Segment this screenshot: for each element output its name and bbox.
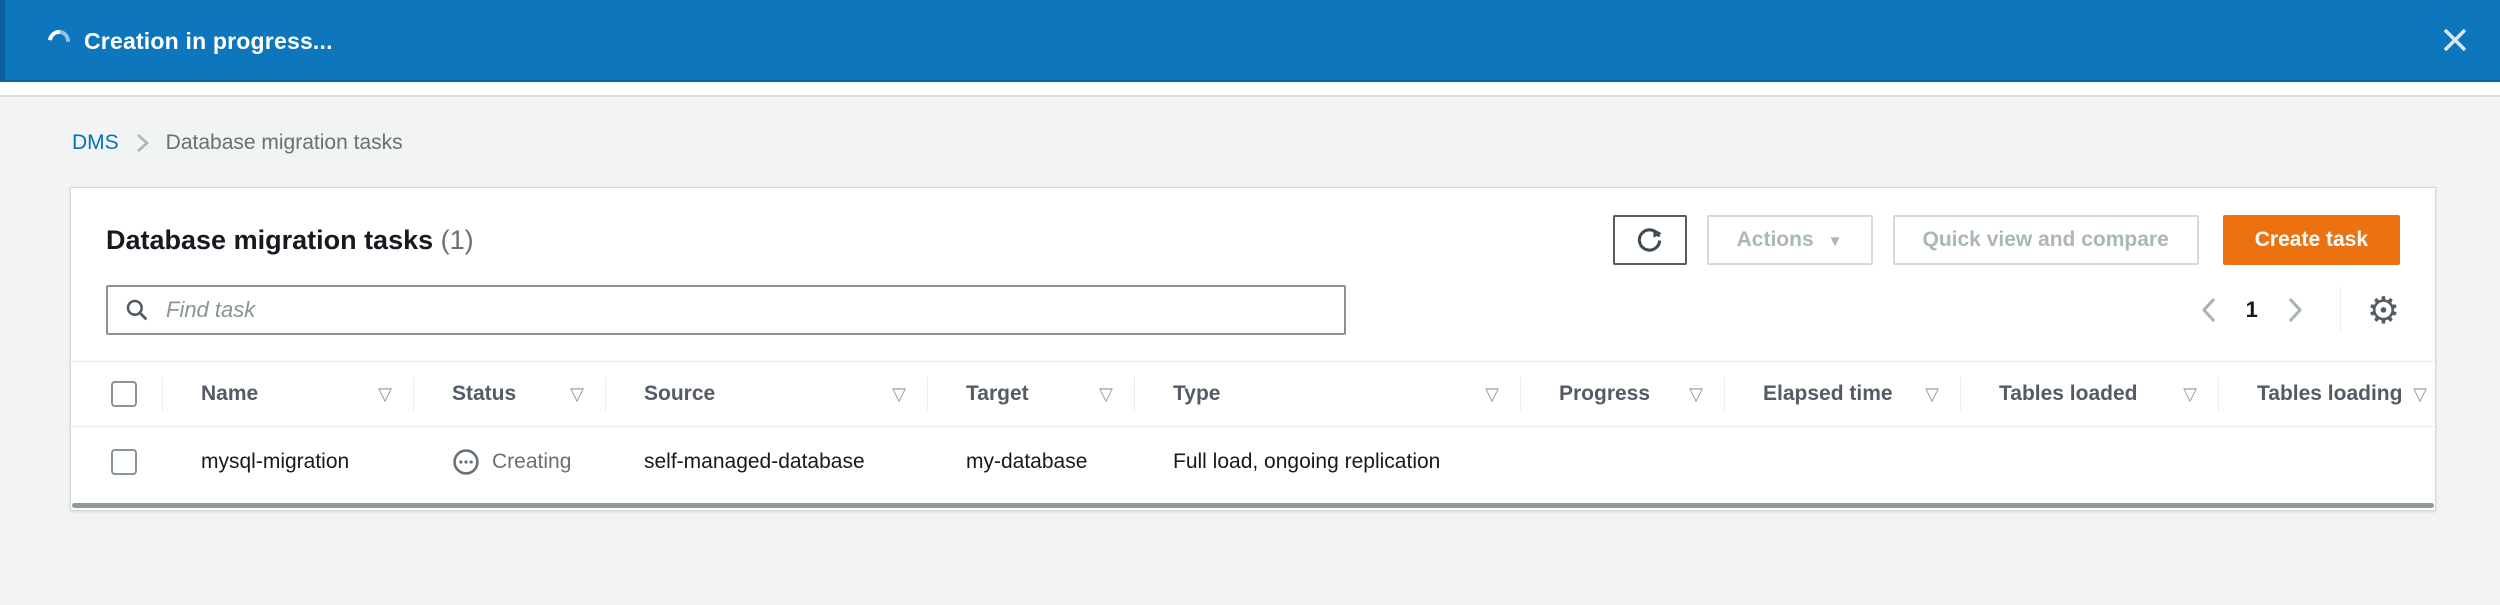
column-header-progress[interactable]: Progress [1559, 382, 1650, 406]
cell-tables-loading [2219, 427, 2435, 498]
sort-icon[interactable]: ▽ [378, 384, 392, 405]
previous-page-button[interactable] [2194, 294, 2224, 326]
search-input[interactable] [164, 289, 1328, 331]
column-header-tables-loading[interactable]: Tables loading [2257, 382, 2402, 406]
tasks-panel: Database migration tasks (1) Actions ▼ Q… [70, 187, 2436, 511]
refresh-icon [1636, 227, 1663, 254]
table-header-row: Name ▽ Status ▽ Source ▽ Target ▽ Type ▽ Prog… [71, 362, 2435, 427]
tasks-table-wrap: Name ▽ Status ▽ Source ▽ Target ▽ Type ▽ Prog… [71, 361, 2435, 497]
in-progress-icon [452, 448, 480, 476]
horizontal-scrollbar[interactable] [72, 503, 2434, 508]
panel-header: Database migration tasks (1) Actions ▼ Q… [71, 188, 2435, 268]
column-header-elapsed-time[interactable]: Elapsed time [1763, 382, 1893, 406]
quick-view-compare-button[interactable]: Quick view and compare [1893, 215, 2199, 265]
select-all-checkbox[interactable] [111, 381, 137, 407]
actions-button[interactable]: Actions ▼ [1707, 215, 1873, 265]
sort-icon[interactable]: ▽ [2413, 384, 2427, 405]
task-count: (1) [441, 225, 474, 255]
pagination-divider [2340, 287, 2341, 333]
column-header-name[interactable]: Name [201, 382, 258, 406]
chevron-right-icon [2284, 294, 2306, 326]
toolbar: Actions ▼ Quick view and compare Create … [1613, 215, 2400, 265]
sort-icon[interactable]: ▽ [1485, 384, 1499, 405]
chevron-left-icon [2198, 294, 2220, 326]
page-title-text: Database migration tasks [106, 225, 433, 255]
sort-icon[interactable]: ▽ [1099, 384, 1113, 405]
column-header-status[interactable]: Status [452, 382, 516, 406]
chevron-right-icon [135, 131, 150, 155]
row-select-checkbox[interactable] [111, 449, 137, 475]
column-header-target[interactable]: Target [966, 382, 1029, 406]
close-icon[interactable] [2432, 17, 2478, 63]
search-box[interactable] [106, 285, 1346, 335]
gear-icon: ⚙ [2367, 290, 2400, 331]
settings-button[interactable]: ⚙ [2367, 292, 2400, 329]
caret-down-icon: ▼ [1828, 234, 1843, 249]
tasks-table: Name ▽ Status ▽ Source ▽ Target ▽ Type ▽ Prog… [71, 362, 2435, 497]
sort-icon[interactable]: ▽ [570, 384, 584, 405]
table-row[interactable]: mysql-migration Creating [71, 427, 2435, 498]
column-header-source[interactable]: Source [644, 382, 715, 406]
create-task-button[interactable]: Create task [2223, 215, 2400, 265]
breadcrumb-link-dms[interactable]: DMS [72, 131, 119, 155]
cell-progress [1521, 427, 1725, 498]
status-text: Creating [492, 450, 571, 474]
cell-target: my-database [928, 427, 1135, 498]
search-icon [124, 297, 150, 323]
breadcrumb-current: Database migration tasks [166, 131, 403, 155]
banner-left-accent [0, 0, 5, 82]
refresh-button[interactable] [1613, 215, 1687, 265]
next-page-button[interactable] [2280, 294, 2310, 326]
current-page-number: 1 [2246, 297, 2258, 323]
controls-row: 1 ⚙ [71, 285, 2435, 335]
cell-tables-loaded [1961, 427, 2219, 498]
actions-button-label: Actions [1737, 228, 1814, 252]
sort-icon[interactable]: ▽ [1689, 384, 1703, 405]
column-header-type[interactable]: Type [1173, 382, 1220, 406]
dms-console-page: Creation in progress... DMS Database mig… [0, 0, 2500, 605]
banner-sub-strip [0, 82, 2500, 97]
creation-progress-banner: Creation in progress... [0, 0, 2500, 82]
sort-icon[interactable]: ▽ [2183, 384, 2197, 405]
cell-status: Creating [414, 427, 606, 498]
pagination: 1 ⚙ [2194, 287, 2400, 333]
banner-message: Creation in progress... [84, 28, 333, 55]
spinner-icon [44, 26, 75, 57]
sort-icon[interactable]: ▽ [892, 384, 906, 405]
column-header-tables-loaded[interactable]: Tables loaded [1999, 382, 2137, 406]
quick-view-compare-label: Quick view and compare [1923, 228, 2169, 252]
cell-name: mysql-migration [163, 427, 414, 498]
cell-type: Full load, ongoing replication [1135, 427, 1521, 498]
cell-source: self-managed-database [606, 427, 928, 498]
create-task-label: Create task [2255, 228, 2368, 252]
cell-elapsed-time [1725, 427, 1961, 498]
page-title: Database migration tasks (1) [106, 225, 474, 256]
breadcrumb: DMS Database migration tasks [72, 131, 403, 155]
sort-icon[interactable]: ▽ [1925, 384, 1939, 405]
